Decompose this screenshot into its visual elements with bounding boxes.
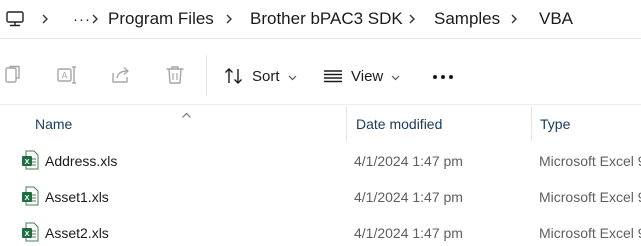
chevron-down-icon: [391, 68, 400, 85]
breadcrumb-item-vba[interactable]: VBA: [539, 0, 573, 38]
file-type: Microsoft Excel 9: [539, 153, 641, 169]
rename-icon[interactable]: A: [55, 63, 79, 87]
breadcrumb-chevron-icon: [224, 0, 234, 38]
svg-text:X: X: [24, 193, 29, 202]
column-resize-handle[interactable]: [346, 107, 347, 141]
file-list: X Address.xls 4/1/2024 1:47 pm Microsoft…: [0, 143, 641, 246]
file-date-modified: 4/1/2024 1:47 pm: [354, 153, 463, 169]
sort-ascending-icon: [181, 106, 192, 124]
file-row[interactable]: X Asset2.xls 4/1/2024 1:47 pm Microsoft …: [0, 215, 641, 246]
command-bar: A Sort View: [0, 39, 641, 105]
excel-file-icon: X: [21, 150, 39, 173]
file-type: Microsoft Excel 9: [539, 189, 641, 205]
breadcrumb-chevron-icon: [509, 0, 519, 38]
view-icon: [323, 69, 343, 83]
breadcrumb-item-sdk[interactable]: Brother bPAC3 SDK: [250, 0, 403, 38]
svg-text:A: A: [61, 71, 67, 81]
file-name: Asset1.xls: [45, 189, 109, 205]
view-button[interactable]: View: [323, 63, 400, 89]
svg-text:X: X: [24, 229, 29, 238]
excel-file-icon: X: [21, 222, 39, 245]
file-type: Microsoft Excel 9: [539, 225, 641, 241]
sort-label: Sort: [252, 67, 280, 85]
sort-button[interactable]: Sort: [224, 63, 297, 89]
excel-file-icon: X: [21, 186, 39, 209]
file-row[interactable]: X Address.xls 4/1/2024 1:47 pm Microsoft…: [0, 143, 641, 179]
file-explorer-window: ··· Program Files Brother bPAC3 SDK Samp…: [0, 0, 641, 246]
breadcrumb-chevron-icon: [407, 0, 417, 38]
breadcrumb-chevron-icon: [40, 0, 50, 38]
breadcrumb-overflow[interactable]: ···: [73, 0, 91, 38]
column-header-type[interactable]: Type: [540, 105, 570, 143]
more-options-icon[interactable]: [428, 65, 458, 89]
breadcrumb: ··· Program Files Brother bPAC3 SDK Samp…: [0, 0, 641, 38]
column-headers: Name Date modified Type: [0, 105, 641, 143]
svg-text:X: X: [24, 157, 29, 166]
file-row[interactable]: X Asset1.xls 4/1/2024 1:47 pm Microsoft …: [0, 179, 641, 215]
delete-icon[interactable]: [163, 63, 187, 87]
column-header-name[interactable]: Name: [35, 105, 72, 143]
file-name: Asset2.xls: [45, 225, 109, 241]
file-date-modified: 4/1/2024 1:47 pm: [354, 225, 463, 241]
column-resize-handle[interactable]: [531, 107, 532, 141]
share-icon[interactable]: [109, 63, 133, 87]
breadcrumb-item-samples[interactable]: Samples: [434, 0, 500, 38]
view-label: View: [351, 67, 384, 85]
sort-icon: [224, 67, 244, 85]
file-date-modified: 4/1/2024 1:47 pm: [354, 189, 463, 205]
this-pc-icon[interactable]: [4, 0, 26, 38]
breadcrumb-item-program-files[interactable]: Program Files: [108, 0, 214, 38]
copy-icon[interactable]: [1, 63, 25, 87]
toolbar-separator: [206, 55, 207, 95]
chevron-down-icon: [288, 68, 297, 85]
file-name: Address.xls: [45, 153, 118, 169]
breadcrumb-chevron-icon: [90, 0, 100, 38]
column-header-date-modified[interactable]: Date modified: [356, 105, 442, 143]
